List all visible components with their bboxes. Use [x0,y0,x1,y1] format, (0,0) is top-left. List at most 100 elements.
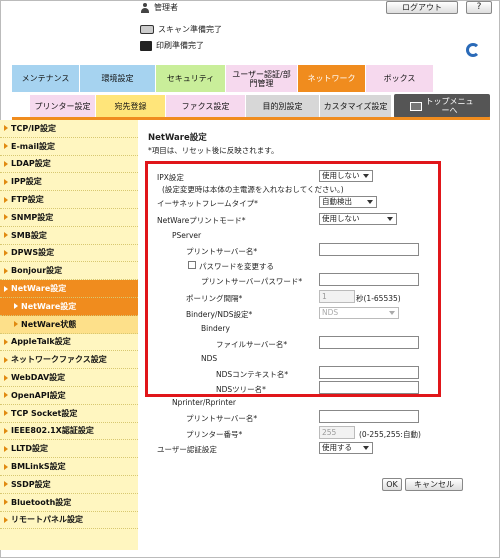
bindery-label: Bindery [201,324,230,333]
main-tab-label: ボックス [383,74,416,83]
scanner-icon [140,25,154,34]
print-mode-select[interactable]: 使用しない [319,213,397,225]
chevron-down-icon [367,200,373,204]
frame-type-label: イーサネットフレームタイプ* [157,199,258,208]
change-password-label: パスワードを変更する [199,262,274,271]
nds-context-label: NDSコンテキスト名* [216,370,289,379]
sidebar-item[interactable]: NetWare設定 [0,297,138,316]
arrow-right-icon [4,445,8,452]
polling-label: ポーリング間隔* [186,294,243,303]
user-auth-label: ユーザー認証設定 [157,445,217,454]
sidebar-item[interactable]: NetWare状態 [0,315,138,334]
sidebar-item[interactable]: LLTD設定 [0,440,138,459]
top-menu-label: トップメニューへ [425,97,474,115]
top-menu-button[interactable]: トップメニューへ [394,94,490,118]
sidebar-item[interactable]: Bluetooth設定 [0,494,138,512]
print-server-name-label: プリントサーバー名* [186,247,258,256]
arrow-right-icon [4,338,8,345]
file-server-input[interactable] [319,336,419,349]
nds-tree-label: NDSツリー名* [216,385,266,394]
top-menu-icon [409,101,422,111]
change-password-checkbox[interactable] [188,261,196,269]
sidebar-item-label: ネットワークファクス設定 [11,355,107,365]
chevron-down-icon [363,446,369,450]
np-server-name-label: プリントサーバー名* [186,414,258,423]
nds-context-input[interactable] [319,366,419,379]
reset-note: *項目は、リセット後に反映されます。 [148,146,279,155]
printer-number-range: (0-255,255:自動) [359,430,421,439]
user-auth-select[interactable]: 使用する [319,442,373,454]
sidebar-item[interactable]: DPWS設定 [0,245,138,263]
sidebar-item[interactable]: TCP Socket設定 [0,405,138,423]
sidebar-item[interactable]: NetWare設定 [0,280,138,298]
frame-type-select[interactable]: 自動検出 [319,196,377,208]
file-server-label: ファイルサーバー名* [216,340,288,349]
main-tab-0[interactable]: メンテナンス [12,65,80,92]
print-server-name-input[interactable] [319,243,419,256]
main-tab-2[interactable]: セキュリティ [156,65,226,92]
sidebar-item[interactable]: OpenAPI設定 [0,387,138,405]
sidebar-item[interactable]: BMLinkS設定 [0,458,138,476]
sidebar-item-label: BMLinkS設定 [11,462,66,472]
ok-button[interactable]: OK [382,478,402,491]
sidebar-item-label: IEEE802.1X認証設定 [11,426,94,436]
arrow-right-icon [4,427,8,434]
sidebar-item[interactable]: IEEE802.1X認証設定 [0,423,138,441]
sub-tab-label: ファクス設定 [181,102,230,111]
sidebar-item-label: TCP Socket設定 [11,408,78,418]
bindery-nds-select[interactable]: NDS [319,307,399,319]
frame-type-value: 自動検出 [322,197,352,206]
sub-tab-1[interactable]: 宛先登録 [96,95,166,118]
main-tab-1[interactable]: 環境設定 [80,65,156,92]
ipx-select[interactable]: 使用しない [319,170,373,182]
sub-tab-3[interactable]: 目的別設定 [246,95,320,118]
sidebar-item[interactable]: SNMP設定 [0,209,138,227]
help-button[interactable]: ? [466,1,492,14]
sidebar-item[interactable]: SMB設定 [0,227,138,245]
polling-input[interactable]: 1 [319,290,355,303]
printer-number-label: プリンター番号* [186,430,243,439]
scan-status-label: スキャン準備完了 [158,25,222,34]
sidebar-item[interactable]: FTP設定 [0,191,138,209]
printer-number-input[interactable]: 255 [319,426,355,439]
cancel-button[interactable]: キャンセル [405,478,463,491]
sub-tab-0[interactable]: プリンター設定 [30,95,96,118]
sidebar-item[interactable]: E-mail設定 [0,138,138,156]
nds-tree-input[interactable] [319,381,419,394]
sub-tab-2[interactable]: ファクス設定 [166,95,246,118]
main-tab-5[interactable]: ボックス [366,65,434,92]
arrow-right-icon [4,160,8,167]
sidebar-item[interactable]: IPP設定 [0,173,138,192]
sidebar: TCP/IP設定 E-mail設定 LDAP設定 IPP設定 FTP設定 SNMP設定 SM… [0,120,138,550]
sidebar-item-label: E-mail設定 [11,141,56,151]
arrow-right-icon [14,303,18,310]
sidebar-item[interactable]: ネットワークファクス設定 [0,351,138,370]
sidebar-item[interactable]: WebDAV設定 [0,369,138,387]
print-server-password-input[interactable] [319,273,419,286]
sidebar-item[interactable]: TCP/IP設定 [0,120,138,138]
sub-tab-4[interactable]: カスタマイズ設定 [320,95,392,118]
main-tab-4[interactable]: ネットワーク [298,65,366,92]
arrow-right-icon [4,463,8,470]
sidebar-item[interactable]: Bonjour設定 [0,262,138,281]
sub-tab-label: カスタマイズ設定 [323,102,388,111]
polling-unit: 秒(1-65535) [356,294,401,303]
sidebar-item[interactable]: リモートパネル設定 [0,512,138,530]
sidebar-item[interactable]: SSDP設定 [0,476,138,494]
main-tab-3[interactable]: ユーザー認証/部門管理 [226,65,298,92]
sidebar-item-label: IPP設定 [11,177,42,187]
main-tab-label: セキュリティ [166,74,215,83]
sub-tab-label: 宛先登録 [114,102,147,111]
np-server-name-input[interactable] [319,410,419,423]
arrow-right-icon [4,285,8,292]
logout-button[interactable]: ログアウト [386,1,458,14]
sidebar-item[interactable]: LDAP設定 [0,156,138,174]
chevron-down-icon [363,174,369,178]
sidebar-item-label: WebDAV設定 [11,373,66,383]
sidebar-item-label: Bluetooth設定 [11,497,72,507]
print-mode-value: 使用しない [322,214,360,223]
arrow-right-icon [4,143,8,150]
sidebar-item[interactable]: AppleTalk設定 [0,334,138,352]
sub-tab-label: 目的別設定 [262,102,303,111]
refresh-icon[interactable] [466,43,480,57]
